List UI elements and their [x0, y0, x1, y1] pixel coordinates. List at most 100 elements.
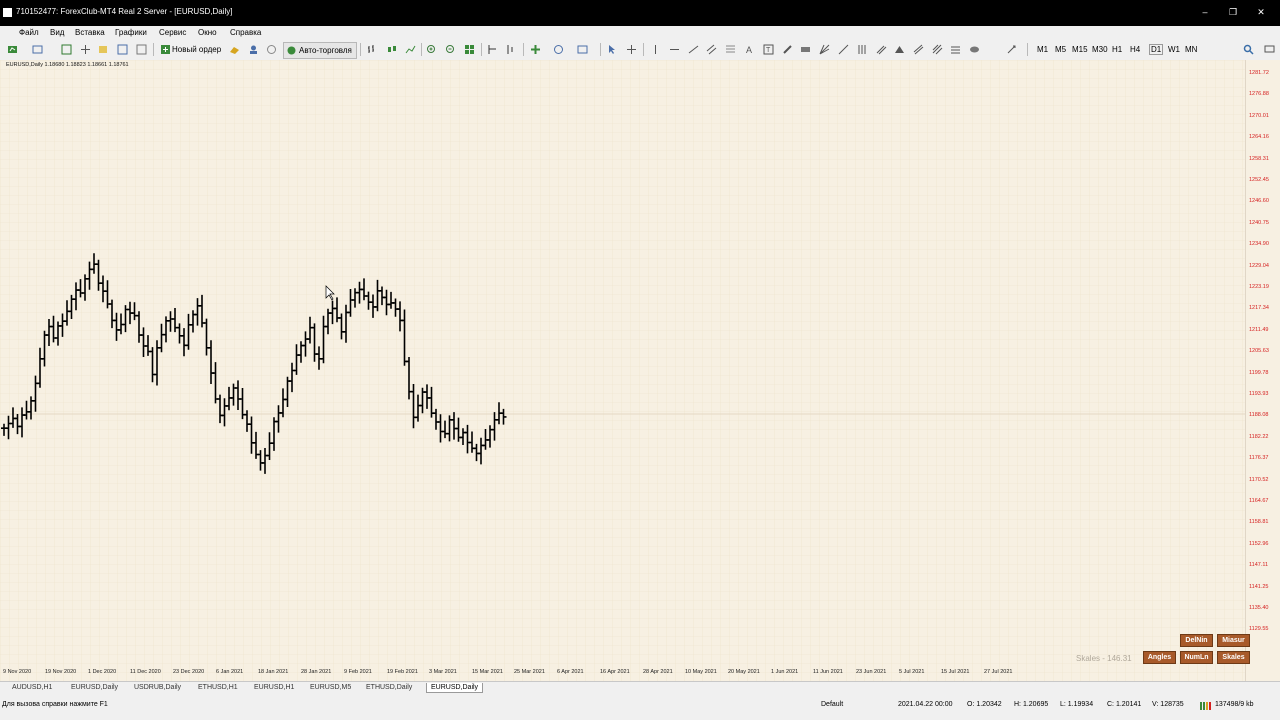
timeframe-w1[interactable]: W1 [1168, 45, 1180, 54]
menu-file[interactable]: Файл [19, 28, 39, 37]
tab-eurusd-h1[interactable]: EURUSD,H1 [254, 684, 294, 691]
status-open: O: 1.20342 [967, 701, 1002, 708]
timeframe-h4[interactable]: H4 [1130, 45, 1140, 54]
chat-icon[interactable] [1264, 44, 1275, 55]
tab-ethusd-h1[interactable]: ETHUSD,H1 [198, 684, 238, 691]
channel-icon[interactable] [706, 44, 717, 55]
menu-tools[interactable]: Сервис [159, 28, 186, 37]
grid-lines-icon[interactable] [857, 44, 868, 55]
timeframe-m5[interactable]: M5 [1055, 45, 1066, 54]
price-axis-label: 1252.45 [1249, 177, 1269, 183]
trendline-icon[interactable] [688, 44, 699, 55]
search-icon[interactable] [1243, 44, 1254, 55]
timeframe-m30[interactable]: M30 [1092, 45, 1108, 54]
svg-text:A: A [746, 45, 752, 55]
menu-charts[interactable]: Графики [115, 28, 147, 37]
price-axis-label: 1246.60 [1249, 198, 1269, 205]
price-axis-label: 1170.52 [1249, 476, 1269, 483]
status-bar: Для вызова справки нажмите F1 Default 20… [0, 697, 1280, 720]
text-label-icon[interactable]: T [763, 44, 774, 55]
templates-icon[interactable] [577, 44, 588, 55]
market-watch-icon[interactable] [61, 44, 72, 55]
auto-trading-toggle[interactable]: Авто-торговля [283, 42, 357, 59]
timeframe-mn[interactable]: MN [1185, 45, 1197, 54]
profiles-icon[interactable] [32, 44, 43, 55]
rectangle-icon[interactable] [800, 44, 811, 55]
chart-shift-icon[interactable] [506, 44, 517, 55]
toolbar: Новый ордер Авто-торговля A T M1 M5 M15 … [0, 40, 1280, 61]
arrows-icon[interactable] [1006, 44, 1017, 55]
menu-help[interactable]: Справка [230, 28, 261, 37]
zoom-in-icon[interactable] [426, 44, 437, 55]
tab-usdrub-daily[interactable]: USDRUB,Daily [134, 684, 181, 691]
periods-icon[interactable] [553, 44, 564, 55]
gann-line-icon[interactable] [838, 44, 849, 55]
date-axis-label: 27 Jul 2021 [984, 669, 1013, 675]
menu-window[interactable]: Окно [198, 28, 217, 37]
indicators-icon[interactable] [530, 44, 541, 55]
regression-icon[interactable] [913, 44, 924, 55]
tab-eurusd-m5[interactable]: EURUSD,M5 [310, 684, 351, 691]
ellipse-icon[interactable] [969, 44, 980, 55]
price-axis-label: 1240.75 [1249, 219, 1269, 226]
user-icon[interactable] [248, 44, 259, 55]
navigator-icon[interactable] [80, 44, 91, 55]
data-window-icon[interactable] [98, 44, 109, 55]
chart-area[interactable] [0, 60, 1280, 681]
maximize-button[interactable]: ❐ [1225, 6, 1241, 18]
timeframe-h1[interactable]: H1 [1112, 45, 1122, 54]
date-axis-label: 11 Dec 2020 [130, 669, 161, 675]
tab-audusd-h1[interactable]: AUDUSD,H1 [12, 684, 52, 691]
auto-trading-label: Авто-торговля [299, 46, 352, 55]
gold-icon[interactable] [229, 44, 240, 55]
timeframe-m15[interactable]: M15 [1072, 45, 1088, 54]
numln-button[interactable]: NumLn [1180, 651, 1213, 664]
menu-bar: Файл Вид Вставка Графики Сервис Окно Спр… [0, 26, 1280, 39]
gann-fan-icon[interactable] [819, 44, 830, 55]
candlestick-icon[interactable] [386, 44, 397, 55]
new-order-button[interactable]: Новый ордер [172, 45, 221, 54]
triangle-icon[interactable] [894, 44, 905, 55]
tab-ethusd-daily[interactable]: ETHUSD,Daily [366, 684, 412, 691]
vertical-line-icon[interactable] [650, 44, 661, 55]
tester-icon[interactable] [136, 44, 147, 55]
text-icon[interactable]: A [744, 44, 755, 55]
pitchfork-icon[interactable] [876, 44, 887, 55]
menu-view[interactable]: Вид [50, 28, 64, 37]
price-chart[interactable] [0, 60, 1280, 681]
tab-eurusd-daily-active[interactable]: EURUSD,Daily [426, 683, 484, 693]
delnin-button[interactable]: DelNin [1180, 634, 1213, 647]
horizontal-line-icon[interactable] [669, 44, 680, 55]
tab-eurusd-daily[interactable]: EURUSD,Daily [71, 684, 118, 691]
globe-icon[interactable] [266, 44, 277, 55]
minimize-button[interactable]: – [1197, 6, 1213, 18]
price-axis-label: 1217.34 [1249, 305, 1269, 312]
cursor-icon[interactable] [607, 44, 618, 55]
new-order-icon[interactable] [160, 44, 171, 55]
price-axis-label: 1147.11 [1249, 562, 1269, 569]
timeframe-d1[interactable]: D1 [1149, 44, 1164, 55]
zoom-out-icon[interactable] [445, 44, 456, 55]
pencil-icon[interactable] [782, 44, 793, 55]
crosshair-icon[interactable] [626, 44, 637, 55]
status-datetime: 2021.04.22 00:00 [898, 701, 953, 708]
line-chart-icon[interactable] [405, 44, 416, 55]
toolbar-separator [523, 43, 524, 56]
svg-text:T: T [766, 47, 771, 54]
menu-insert[interactable]: Вставка [75, 28, 105, 37]
fibo-levels-icon[interactable] [950, 44, 961, 55]
cycle-lines-icon[interactable] [932, 44, 943, 55]
close-button[interactable]: ✕ [1253, 6, 1269, 18]
terminal-icon[interactable] [117, 44, 128, 55]
timeframe-m1[interactable]: M1 [1037, 45, 1048, 54]
miasur-button[interactable]: Miasur [1217, 634, 1250, 647]
date-axis-label: 28 Jan 2021 [301, 669, 332, 675]
tile-windows-icon[interactable] [464, 44, 475, 55]
new-chart-icon[interactable] [7, 44, 18, 55]
bar-chart-icon[interactable] [367, 44, 378, 55]
fibonacci-icon[interactable] [725, 44, 736, 55]
angles-button[interactable]: Angles [1143, 651, 1176, 664]
skales-button[interactable]: Skales [1217, 651, 1250, 664]
toolbar-separator [421, 43, 422, 56]
autoscroll-icon[interactable] [487, 44, 498, 55]
